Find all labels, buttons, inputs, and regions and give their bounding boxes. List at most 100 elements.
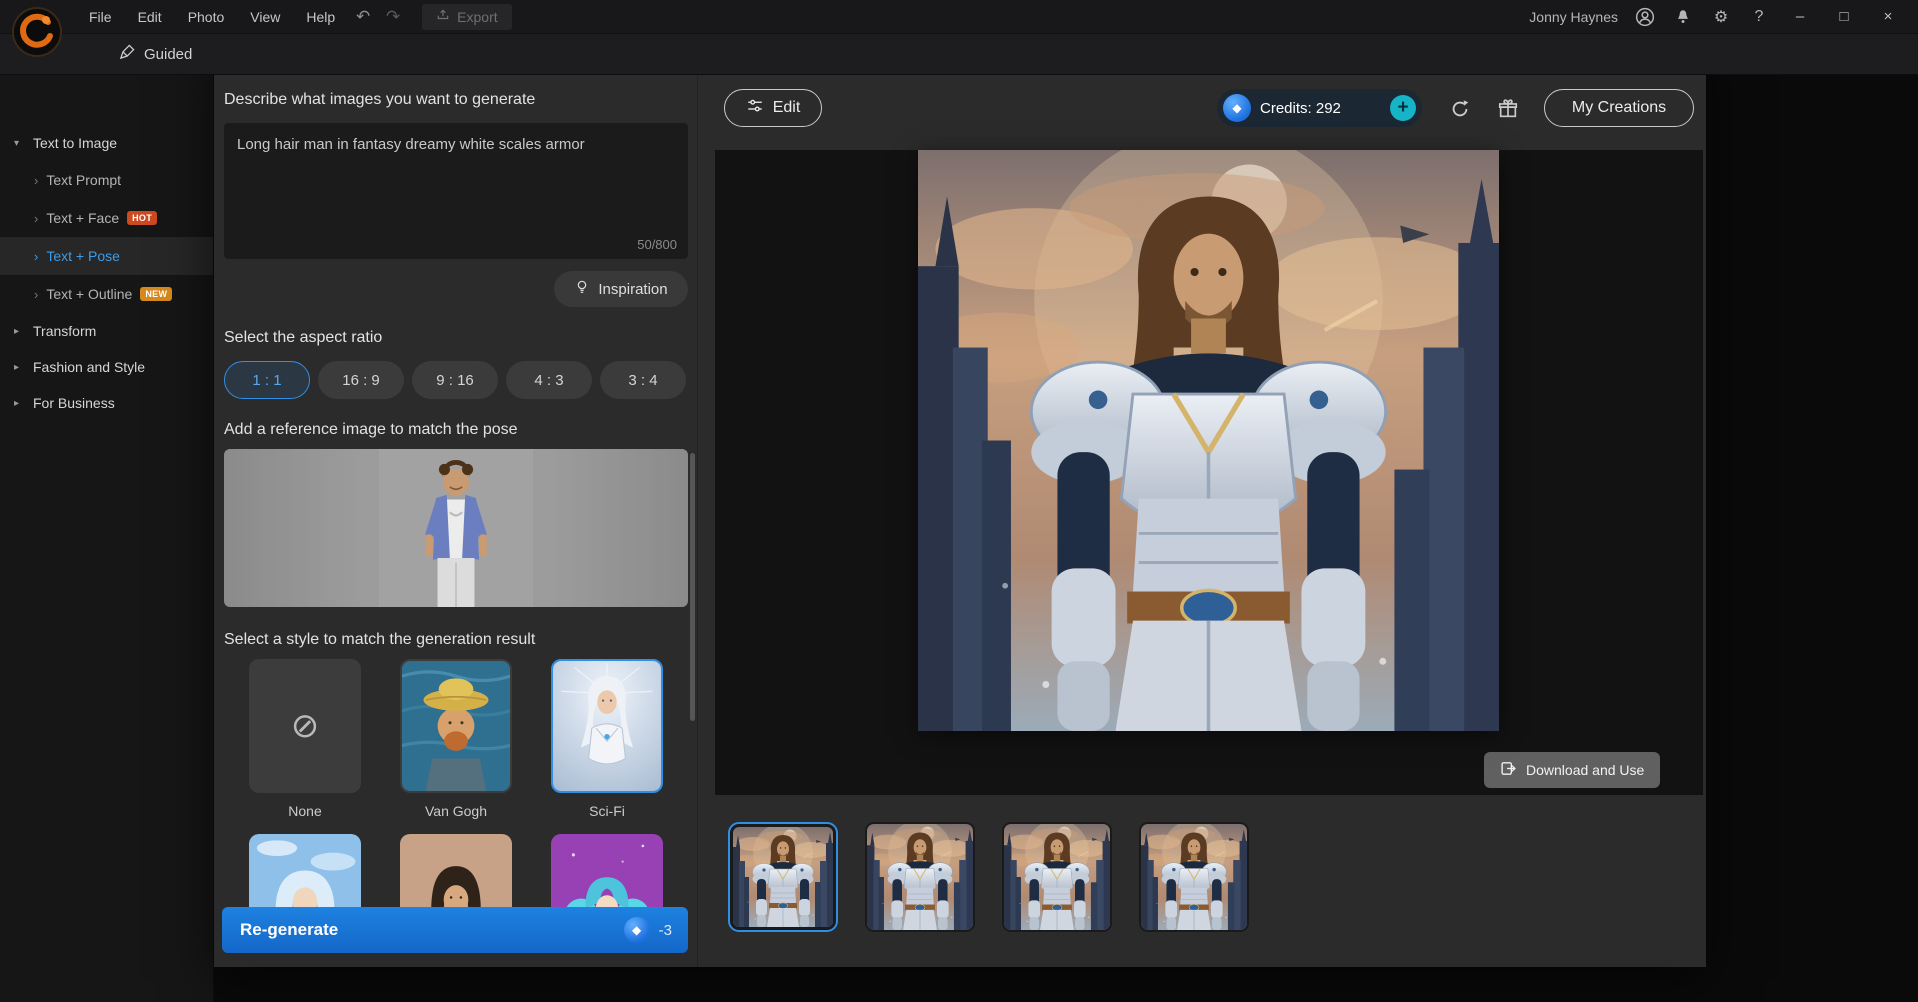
thumbnail-3[interactable] [1002, 822, 1112, 932]
style-labels-row: None Van Gogh Sci-Fi [224, 803, 688, 819]
section-label: Text to Image [33, 135, 117, 151]
section-label: Transform [33, 323, 96, 339]
style-label-van-gogh: Van Gogh [400, 803, 512, 819]
generated-image[interactable] [918, 150, 1499, 731]
user-avatar-icon[interactable] [1634, 6, 1656, 28]
item-label: Text + Pose [46, 248, 120, 264]
guided-tab[interactable]: Guided [118, 41, 192, 68]
menu-help[interactable]: Help [293, 0, 348, 34]
lightbulb-icon [574, 279, 590, 299]
sliders-icon [746, 97, 764, 120]
guided-label: Guided [144, 46, 192, 63]
chevron-right-icon: › [34, 173, 38, 188]
refresh-icon[interactable] [1446, 95, 1474, 123]
regenerate-cost: -3 [659, 922, 672, 939]
style-label-none: None [249, 803, 361, 819]
style-label-sci-fi: Sci-Fi [551, 803, 663, 819]
app-toolbar: Guided [0, 34, 1918, 75]
thumbnail-1[interactable] [728, 822, 838, 932]
prompt-input[interactable]: Long hair man in fantasy dreamy white sc… [224, 123, 688, 259]
preview-panel: Edit ◆ Credits: 292 + My Creations [698, 73, 1706, 967]
my-creations-button[interactable]: My Creations [1544, 89, 1694, 127]
diamond-glyph: ◆ [1232, 101, 1241, 115]
credits-pill[interactable]: ◆ Credits: 292 + [1217, 89, 1422, 127]
hot-badge: HOT [127, 211, 157, 225]
item-label: Text + Outline [46, 286, 132, 302]
pen-icon [118, 44, 135, 65]
style-options-row: ⊘ [224, 659, 688, 793]
preview-stage: Download and Use [715, 150, 1703, 795]
edit-button[interactable]: Edit [724, 89, 822, 127]
download-and-use-button[interactable]: Download and Use [1484, 752, 1660, 788]
window-close-button[interactable]: × [1874, 3, 1902, 31]
settings-gear-icon[interactable]: ⚙ [1710, 6, 1732, 28]
regenerate-button[interactable]: Re-generate ◆ -3 [222, 907, 688, 953]
style-select-label: Select a style to match the generation r… [224, 631, 535, 649]
sidebar-section-for-business[interactable]: ▸ For Business [0, 385, 213, 421]
aspect-ratio-label: Select the aspect ratio [224, 329, 382, 347]
item-label: Text + Face [46, 210, 119, 226]
sidebar-section-transform[interactable]: ▸ Transform [0, 313, 213, 349]
menu-photo[interactable]: Photo [175, 0, 238, 34]
chevron-right-icon: › [34, 211, 38, 226]
menu-file[interactable]: File [76, 0, 125, 34]
inspiration-label: Inspiration [598, 281, 667, 298]
menu-view[interactable]: View [237, 0, 293, 34]
edit-label: Edit [773, 99, 801, 117]
generation-panel: Describe what images you want to generat… [214, 73, 698, 967]
notifications-bell-icon[interactable] [1672, 6, 1694, 28]
style-card-anime[interactable] [551, 834, 663, 907]
chevron-right-icon: › [34, 249, 38, 264]
credit-coin-icon: ◆ [1223, 94, 1251, 122]
help-icon[interactable]: ? [1748, 6, 1770, 28]
style-options-row-2 [224, 834, 688, 907]
export-button[interactable]: Export [422, 4, 511, 30]
sidebar-item-text-outline[interactable]: › Text + Outline NEW [0, 275, 213, 313]
sidebar: ▾ Text to Image › Text Prompt › Text + F… [0, 75, 214, 1002]
export-icon [436, 8, 450, 25]
thumbnail-4[interactable] [1139, 822, 1249, 932]
sidebar-section-fashion-style[interactable]: ▸ Fashion and Style [0, 349, 213, 385]
sidebar-item-text-prompt[interactable]: › Text Prompt [0, 161, 213, 199]
menu-edit[interactable]: Edit [125, 0, 175, 34]
pose-reference-image[interactable] [224, 449, 688, 607]
prompt-label: Describe what images you want to generat… [224, 91, 535, 109]
chevron-right-icon: › [34, 287, 38, 302]
ratio-4-3-button[interactable]: 4 : 3 [506, 361, 592, 399]
redo-icon[interactable]: ↷ [378, 7, 408, 27]
triangle-down-icon: ▾ [14, 138, 24, 149]
style-card-blue-hair[interactable] [249, 834, 361, 907]
style-card-van-gogh[interactable] [400, 659, 512, 793]
panel-scrollbar[interactable] [690, 453, 695, 721]
inspiration-button[interactable]: Inspiration [554, 271, 688, 307]
credit-coin-icon: ◆ [624, 917, 650, 943]
sidebar-item-text-pose[interactable]: › Text + Pose [0, 237, 213, 275]
style-card-sci-fi[interactable] [551, 659, 663, 793]
char-counter: 50/800 [637, 237, 677, 252]
download-icon [1500, 760, 1517, 780]
ratio-16-9-button[interactable]: 16 : 9 [318, 361, 404, 399]
thumbnail-2[interactable] [865, 822, 975, 932]
download-label: Download and Use [1526, 762, 1644, 778]
ratio-9-16-button[interactable]: 9 : 16 [412, 361, 498, 399]
window-minimize-button[interactable]: – [1786, 3, 1814, 31]
window-restore-button[interactable]: □ [1830, 3, 1858, 31]
ratio-3-4-button[interactable]: 3 : 4 [600, 361, 686, 399]
gift-icon[interactable] [1494, 95, 1522, 123]
my-creations-label: My Creations [1572, 99, 1666, 117]
style-card-none[interactable]: ⊘ [249, 659, 361, 793]
triangle-right-icon: ▸ [14, 326, 24, 337]
ratio-1-1-button[interactable]: 1 : 1 [224, 361, 310, 399]
app-logo[interactable] [12, 7, 62, 57]
item-label: Text Prompt [46, 172, 121, 188]
sidebar-item-text-face[interactable]: › Text + Face HOT [0, 199, 213, 237]
undo-icon[interactable]: ↶ [348, 7, 378, 27]
app-menubar: File Edit Photo View Help ↶ ↷ Export Jon… [0, 0, 1918, 34]
sidebar-section-text-to-image[interactable]: ▾ Text to Image [0, 125, 213, 161]
section-label: Fashion and Style [33, 359, 145, 375]
add-credits-button[interactable]: + [1390, 95, 1416, 121]
aspect-ratio-row: 1 : 1 16 : 9 9 : 16 4 : 3 3 : 4 [224, 361, 688, 399]
regenerate-label: Re-generate [240, 920, 338, 940]
credits-count: Credits: 292 [1260, 100, 1341, 117]
style-card-realistic[interactable] [400, 834, 512, 907]
